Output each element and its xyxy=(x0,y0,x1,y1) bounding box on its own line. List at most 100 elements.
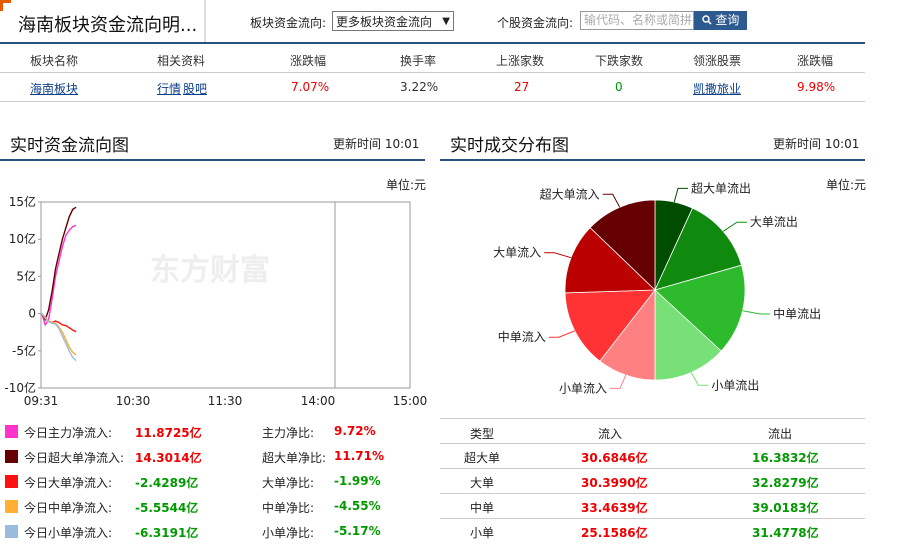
pie-update-time: 更新时间 10:01 xyxy=(773,137,860,151)
y-tick-label: -5亿 xyxy=(12,343,36,358)
dist-row-divider xyxy=(440,468,865,469)
leader-change: 9.98% xyxy=(797,80,836,94)
legend-ratio-label: 大单净比: xyxy=(262,476,315,490)
col-header-leader: 领涨股票 xyxy=(693,54,742,68)
dist-row-out: 31.4778亿 xyxy=(752,526,819,540)
col-header-up: 上涨家数 xyxy=(496,54,545,68)
sector-change: 7.07% xyxy=(291,80,330,94)
pie-slice-label: 大单流入 xyxy=(493,246,541,260)
flow-series-line xyxy=(41,313,77,362)
legend-label: 今日超大单净流入: xyxy=(24,451,125,465)
dist-row-divider xyxy=(440,493,865,494)
legend-ratio-value: 11.71% xyxy=(334,449,384,463)
legend-ratio-value: -4.55% xyxy=(334,499,381,513)
legend-ratio-value: 9.72% xyxy=(334,424,376,438)
legend-ratio-label: 中单净比: xyxy=(262,501,315,515)
dist-row-type: 小单 xyxy=(470,526,495,540)
pie-slice-label: 大单流出 xyxy=(750,215,798,229)
legend-color-swatch xyxy=(5,425,18,438)
legend-ratio-value: -5.17% xyxy=(334,524,381,538)
legend-value: 11.8725亿 xyxy=(135,426,202,440)
legend-label: 今日大单净流入: xyxy=(24,476,113,490)
dist-row-type: 中单 xyxy=(470,501,495,515)
legend-color-swatch xyxy=(5,525,18,538)
legend-ratio-label: 主力净比: xyxy=(262,426,315,440)
dist-row-type: 大单 xyxy=(470,476,495,490)
y-tick-label: -10亿 xyxy=(4,380,36,395)
legend-label: 今日中单净流入: xyxy=(24,501,113,515)
chevron-down-icon: ▼ xyxy=(442,16,450,27)
sector-turnover: 3.22% xyxy=(400,80,439,94)
header-divider xyxy=(0,42,865,44)
sector-flow-select-value: 更多板块资金流向 xyxy=(336,15,433,29)
dist-row-in: 30.6846亿 xyxy=(581,451,648,465)
pie-slice-label: 中单流出 xyxy=(773,306,821,321)
flow-chart-title: 实时资金流向图 xyxy=(10,136,129,156)
pie-unit-label: 单位:元 xyxy=(826,178,867,192)
sector-flow-select[interactable]: 更多板块资金流向 ▼ xyxy=(332,11,454,31)
legend-label: 今日主力净流入: xyxy=(24,426,113,440)
dist-row-type: 超大单 xyxy=(464,451,501,465)
up-count: 27 xyxy=(514,80,530,94)
search-icon xyxy=(701,15,712,25)
page-title: 海南板块资金流向明... xyxy=(18,15,198,36)
stock-search-input[interactable]: 输代码、名称或简拼 xyxy=(580,11,694,30)
table-bottom-divider xyxy=(0,101,865,102)
top-bar: 海南板块资金流向明... 板块资金流向: 更多板块资金流向 ▼ 个股资金流向: … xyxy=(0,0,865,44)
pie-slice-label: 小单流出 xyxy=(711,378,759,392)
pie-label-leader xyxy=(548,330,575,338)
sector-name-link[interactable]: 海南板块 xyxy=(30,80,78,97)
search-button[interactable]: 查询 xyxy=(694,11,747,30)
pie-slice-label: 超大单流出 xyxy=(691,180,751,195)
distribution-pie-chart: 超大单流出大单流出中单流出小单流出 小单流入 中单流入 大单流入 超大单流入 xyxy=(493,180,821,395)
legend-ratio-label: 小单净比: xyxy=(262,526,315,540)
dist-row-divider xyxy=(440,518,865,519)
col-header-change: 涨跌幅 xyxy=(290,54,327,68)
plot-frame xyxy=(40,201,411,389)
search-button-label: 查询 xyxy=(715,13,740,27)
sector-flow-label: 板块资金流向: xyxy=(250,16,327,30)
legend-color-swatch xyxy=(5,475,18,488)
chart-watermark: 东方财富 xyxy=(150,253,270,287)
flow-section-divider xyxy=(0,159,425,161)
quote-link[interactable]: 行情 xyxy=(157,80,181,97)
dist-table-top xyxy=(440,418,865,419)
pie-section-divider xyxy=(440,159,865,161)
corner-accent xyxy=(0,0,11,11)
y-tick-label: 0 xyxy=(28,307,36,321)
pie-label-leader xyxy=(742,310,771,315)
pie-label-leader xyxy=(544,252,572,259)
pie-label-leader xyxy=(722,221,747,232)
dist-header-in: 流入 xyxy=(598,427,623,441)
legend-value: -5.5544亿 xyxy=(135,501,199,515)
table-divider xyxy=(0,72,865,73)
dist-row-divider xyxy=(440,443,865,444)
legend-ratio-label: 超大单净比: xyxy=(262,451,327,465)
forum-link[interactable]: 股吧 xyxy=(183,80,207,97)
y-tick-label: 15亿 xyxy=(9,194,36,209)
x-tick-label: 10:30 xyxy=(116,394,151,408)
legend-value: 14.3014亿 xyxy=(135,451,202,465)
col-header-down: 下跌家数 xyxy=(595,54,644,68)
dist-row-out: 16.3832亿 xyxy=(752,451,819,465)
dist-header-out: 流出 xyxy=(768,427,793,441)
x-tick-label: 09:31 xyxy=(24,394,59,408)
flow-line-chart: 东方财富 15亿 10亿 5亿 0 -5亿 -10亿 09:31 10:30 11:30 14:… xyxy=(4,194,427,408)
pie-label-leader xyxy=(673,187,688,203)
dist-row-in: 25.1586亿 xyxy=(581,526,648,540)
legend-ratio-value: -1.99% xyxy=(334,474,381,488)
dist-row-in: 30.3990亿 xyxy=(581,476,648,490)
pie-chart-title: 实时成交分布图 xyxy=(450,136,569,156)
legend-color-swatch xyxy=(5,450,18,463)
col-header-info: 相关资料 xyxy=(157,54,206,68)
leader-stock-link[interactable]: 凯撒旅业 xyxy=(693,80,741,97)
pie-slice-label: 中单流入 xyxy=(498,329,546,344)
pie-label-leader xyxy=(690,372,709,386)
x-tick-label: 14:00 xyxy=(301,394,336,408)
title-tab: 海南板块资金流向明... xyxy=(0,0,206,42)
dist-row-in: 33.4639亿 xyxy=(581,501,648,515)
flow-series-line xyxy=(41,224,77,327)
down-count: 0 xyxy=(615,80,623,94)
col-header-turnover: 换手率 xyxy=(400,54,437,68)
pie-label-leader xyxy=(610,374,627,389)
